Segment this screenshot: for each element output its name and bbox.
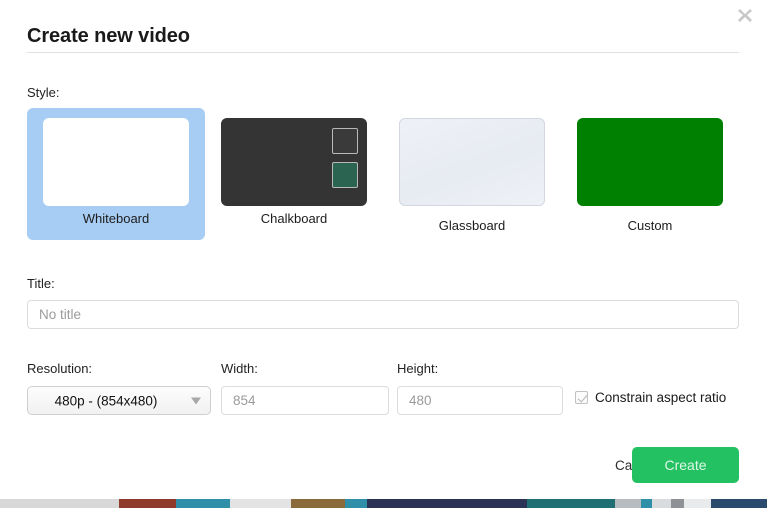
create-new-video-dialog: Create new video Style: Whiteboard Chalk… bbox=[0, 0, 767, 508]
background-strip-segment bbox=[595, 499, 615, 508]
checkbox-check-icon bbox=[575, 391, 588, 404]
title-field-label: Title: bbox=[27, 276, 55, 291]
background-strip-segment bbox=[118, 499, 177, 508]
close-icon[interactable] bbox=[736, 3, 760, 27]
chalk-chip-dark-icon bbox=[332, 128, 358, 154]
resolution-label: Resolution: bbox=[27, 361, 93, 376]
background-strip-segment bbox=[0, 499, 119, 508]
close-x-icon bbox=[738, 9, 752, 22]
style-option-label: Custom bbox=[627, 218, 673, 233]
style-option-glassboard[interactable]: Glassboard bbox=[383, 108, 561, 240]
resolution-select[interactable]: 480p - (854x480) bbox=[27, 386, 211, 415]
background-thumbnail-strip bbox=[0, 499, 767, 508]
background-strip-segment bbox=[412, 499, 527, 508]
constrain-aspect-ratio-label: Constrain aspect ratio bbox=[595, 390, 727, 405]
background-strip-segment bbox=[526, 499, 596, 508]
background-strip-segment bbox=[367, 499, 413, 508]
width-label: Width: bbox=[221, 361, 258, 376]
style-option-custom[interactable]: Custom bbox=[561, 108, 739, 240]
background-strip-segment bbox=[291, 499, 346, 508]
style-option-whiteboard[interactable]: Whiteboard bbox=[27, 108, 205, 240]
resolution-value: 480p - (854x480) bbox=[54, 393, 158, 408]
style-option-label: Chalkboard bbox=[260, 211, 328, 226]
background-strip-segment bbox=[230, 499, 292, 508]
height-input[interactable] bbox=[397, 386, 563, 415]
height-label: Height: bbox=[397, 361, 439, 376]
chalk-chip-green-icon bbox=[332, 162, 358, 188]
width-input[interactable] bbox=[221, 386, 389, 415]
background-strip-segment bbox=[176, 499, 231, 508]
background-strip-segment bbox=[670, 499, 684, 508]
glassboard-swatch bbox=[399, 118, 545, 206]
background-strip-segment bbox=[640, 499, 652, 508]
title-divider bbox=[27, 52, 739, 53]
background-strip-segment bbox=[711, 499, 767, 508]
style-option-list: Whiteboard Chalkboard Glassboard Custom bbox=[27, 108, 739, 240]
constrain-aspect-ratio-checkbox[interactable]: Constrain aspect ratio bbox=[575, 390, 726, 405]
style-option-chalkboard[interactable]: Chalkboard bbox=[205, 108, 383, 240]
background-strip-segment bbox=[683, 499, 712, 508]
chalkboard-swatch bbox=[221, 118, 367, 206]
style-option-label: Whiteboard bbox=[82, 211, 150, 226]
page-title: Create new video bbox=[27, 25, 190, 47]
custom-color-swatch bbox=[577, 118, 723, 206]
background-strip-segment bbox=[614, 499, 641, 508]
background-strip-segment bbox=[345, 499, 368, 508]
style-label: Style: bbox=[27, 85, 60, 100]
whiteboard-swatch bbox=[43, 118, 189, 206]
title-input[interactable] bbox=[27, 300, 739, 329]
create-button[interactable]: Create bbox=[632, 447, 739, 483]
style-option-label: Glassboard bbox=[438, 218, 506, 233]
chevron-down-icon bbox=[191, 397, 201, 404]
background-strip-segment bbox=[652, 499, 671, 508]
